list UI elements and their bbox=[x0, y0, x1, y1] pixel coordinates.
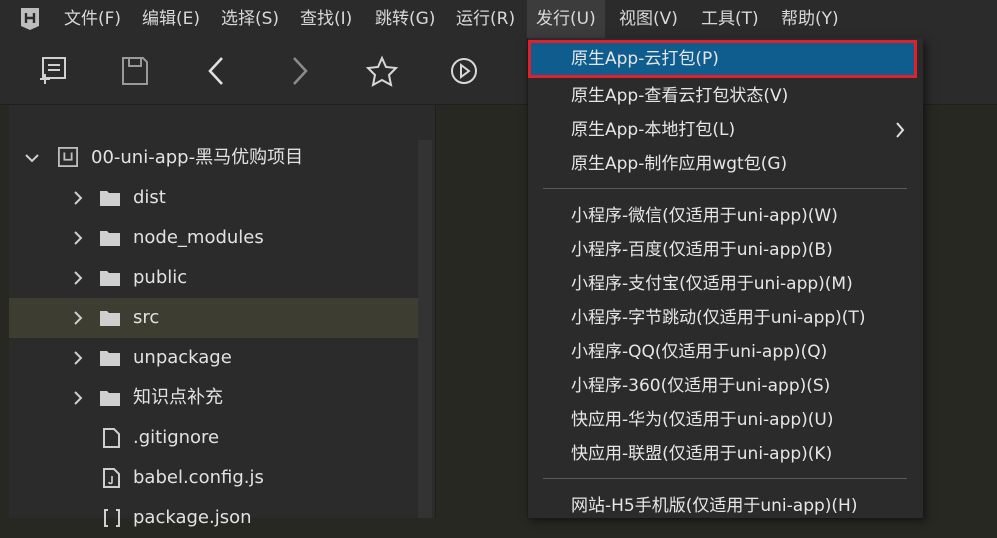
menu-view[interactable]: 视图(V) bbox=[619, 0, 678, 38]
new-file-icon[interactable] bbox=[37, 54, 71, 88]
back-icon[interactable] bbox=[200, 54, 234, 88]
chevron-right-icon[interactable] bbox=[71, 270, 85, 286]
menu-item-label: 小程序-字节跳动(仅适用于uni-app)(T) bbox=[571, 308, 866, 328]
uni-app-project-icon bbox=[58, 147, 78, 167]
menu-item-cloud-pack[interactable]: 原生App-云打包(P) bbox=[528, 40, 917, 78]
tree-item-label: unpackage bbox=[133, 347, 232, 368]
project-root-label: 00-uni-app-黑马优购项目 bbox=[91, 147, 304, 168]
menu-tools[interactable]: 工具(T) bbox=[701, 0, 759, 38]
publish-dropdown-menu: 原生App-云打包(P) 原生App-查看云打包状态(V) 原生App-本地打包… bbox=[527, 38, 923, 518]
folder-icon bbox=[100, 191, 120, 206]
menu-item-label: 快应用-联盟(仅适用于uni-app)(K) bbox=[571, 444, 833, 464]
tree-item-knowledge[interactable]: 知识点补充 bbox=[9, 378, 418, 418]
menu-item-label: 快应用-华为(仅适用于uni-app)(U) bbox=[571, 410, 834, 430]
save-icon[interactable] bbox=[118, 54, 152, 88]
menu-item-quickapp-huawei[interactable]: 快应用-华为(仅适用于uni-app)(U) bbox=[528, 403, 923, 437]
menu-bar: 文件(F) 编辑(E) 选择(S) 查找(I) 跳转(G) 运行(R) 发行(U… bbox=[0, 0, 997, 38]
menu-item-local-pack[interactable]: 原生App-本地打包(L) bbox=[528, 113, 923, 147]
tree-item-dist[interactable]: dist bbox=[9, 178, 418, 218]
tree-item-public[interactable]: public bbox=[9, 258, 418, 298]
json-file-icon bbox=[104, 509, 120, 527]
hbuilder-logo-icon bbox=[20, 7, 40, 31]
folder-icon bbox=[100, 391, 120, 406]
menu-item-label: 小程序-微信(仅适用于uni-app)(W) bbox=[571, 206, 838, 226]
menu-item-label: 原生App-制作应用wgt包(G) bbox=[571, 154, 788, 174]
tree-item-node-modules[interactable]: node_modules bbox=[9, 218, 418, 258]
chevron-right-icon[interactable] bbox=[71, 390, 85, 406]
menu-select[interactable]: 选择(S) bbox=[221, 0, 279, 38]
tree-item-label: node_modules bbox=[133, 227, 264, 248]
menu-item-label: 小程序-百度(仅适用于uni-app)(B) bbox=[571, 240, 833, 260]
project-root-row[interactable]: 00-uni-app-黑马优购项目 bbox=[9, 138, 418, 178]
run-icon[interactable] bbox=[447, 54, 481, 88]
project-explorer: 00-uni-app-黑马优购项目 dist node_modules publ… bbox=[9, 105, 435, 528]
menu-run[interactable]: 运行(R) bbox=[456, 0, 515, 38]
menu-item-cloud-pack-status[interactable]: 原生App-查看云打包状态(V) bbox=[528, 79, 923, 113]
forward-icon[interactable] bbox=[282, 54, 316, 88]
menu-goto[interactable]: 跳转(G) bbox=[375, 0, 435, 38]
tree-item-unpackage[interactable]: unpackage bbox=[9, 338, 418, 378]
chevron-right-icon[interactable] bbox=[71, 310, 85, 326]
chevron-down-icon[interactable] bbox=[25, 150, 39, 166]
tree-item-gitignore[interactable]: .gitignore bbox=[9, 418, 418, 458]
star-icon[interactable] bbox=[365, 54, 399, 88]
tree-item-package-json[interactable]: package.json bbox=[9, 498, 418, 538]
menu-separator bbox=[543, 478, 907, 479]
tree-item-label: babel.config.js bbox=[133, 467, 264, 488]
js-file-icon bbox=[103, 468, 120, 488]
menu-item-mp-qq[interactable]: 小程序-QQ(仅适用于uni-app)(Q) bbox=[528, 335, 923, 369]
tree-item-label: public bbox=[133, 267, 188, 288]
tree-item-label: dist bbox=[133, 187, 166, 208]
menu-item-quickapp-union[interactable]: 快应用-联盟(仅适用于uni-app)(K) bbox=[528, 437, 923, 471]
tree-item-src[interactable]: src bbox=[9, 298, 418, 338]
menu-item-label: 原生App-云打包(P) bbox=[571, 49, 719, 69]
menu-item-wgt-pack[interactable]: 原生App-制作应用wgt包(G) bbox=[528, 147, 923, 181]
tree-item-label: .gitignore bbox=[133, 427, 220, 448]
menu-item-mp-baidu[interactable]: 小程序-百度(仅适用于uni-app)(B) bbox=[528, 233, 923, 267]
menu-item-label: 原生App-查看云打包状态(V) bbox=[571, 86, 789, 106]
menu-find[interactable]: 查找(I) bbox=[300, 0, 352, 38]
menu-item-label: 小程序-360(仅适用于uni-app)(S) bbox=[571, 376, 831, 396]
submenu-arrow-icon bbox=[896, 122, 905, 138]
menu-help[interactable]: 帮助(Y) bbox=[781, 0, 839, 38]
menu-item-label: 小程序-QQ(仅适用于uni-app)(Q) bbox=[571, 342, 828, 362]
chevron-right-icon[interactable] bbox=[71, 190, 85, 206]
tree-item-babel-config[interactable]: babel.config.js bbox=[9, 458, 418, 498]
menu-item-mp-toutiao[interactable]: 小程序-字节跳动(仅适用于uni-app)(T) bbox=[528, 301, 923, 335]
folder-icon bbox=[100, 351, 120, 366]
tree-item-label: src bbox=[133, 307, 160, 328]
folder-icon bbox=[100, 311, 120, 326]
menu-item-label: 原生App-本地打包(L) bbox=[571, 120, 736, 140]
chevron-right-icon[interactable] bbox=[71, 230, 85, 246]
tree-item-label: 知识点补充 bbox=[133, 387, 223, 408]
menu-item-mp-weixin[interactable]: 小程序-微信(仅适用于uni-app)(W) bbox=[528, 199, 923, 233]
folder-icon bbox=[100, 231, 120, 246]
menu-file[interactable]: 文件(F) bbox=[64, 0, 121, 38]
folder-icon bbox=[100, 271, 120, 286]
menu-edit[interactable]: 编辑(E) bbox=[142, 0, 200, 38]
menu-item-mp-360[interactable]: 小程序-360(仅适用于uni-app)(S) bbox=[528, 369, 923, 403]
menu-item-mp-alipay[interactable]: 小程序-支付宝(仅适用于uni-app)(M) bbox=[528, 267, 923, 301]
chevron-right-icon[interactable] bbox=[71, 350, 85, 366]
menu-publish[interactable]: 发行(U) bbox=[527, 0, 605, 38]
sidebar-scrollbar[interactable] bbox=[418, 140, 432, 518]
tree-item-label: package.json bbox=[133, 507, 252, 528]
file-icon bbox=[103, 428, 120, 448]
menu-separator bbox=[543, 188, 907, 189]
menu-item-label: 小程序-支付宝(仅适用于uni-app)(M) bbox=[571, 274, 853, 294]
